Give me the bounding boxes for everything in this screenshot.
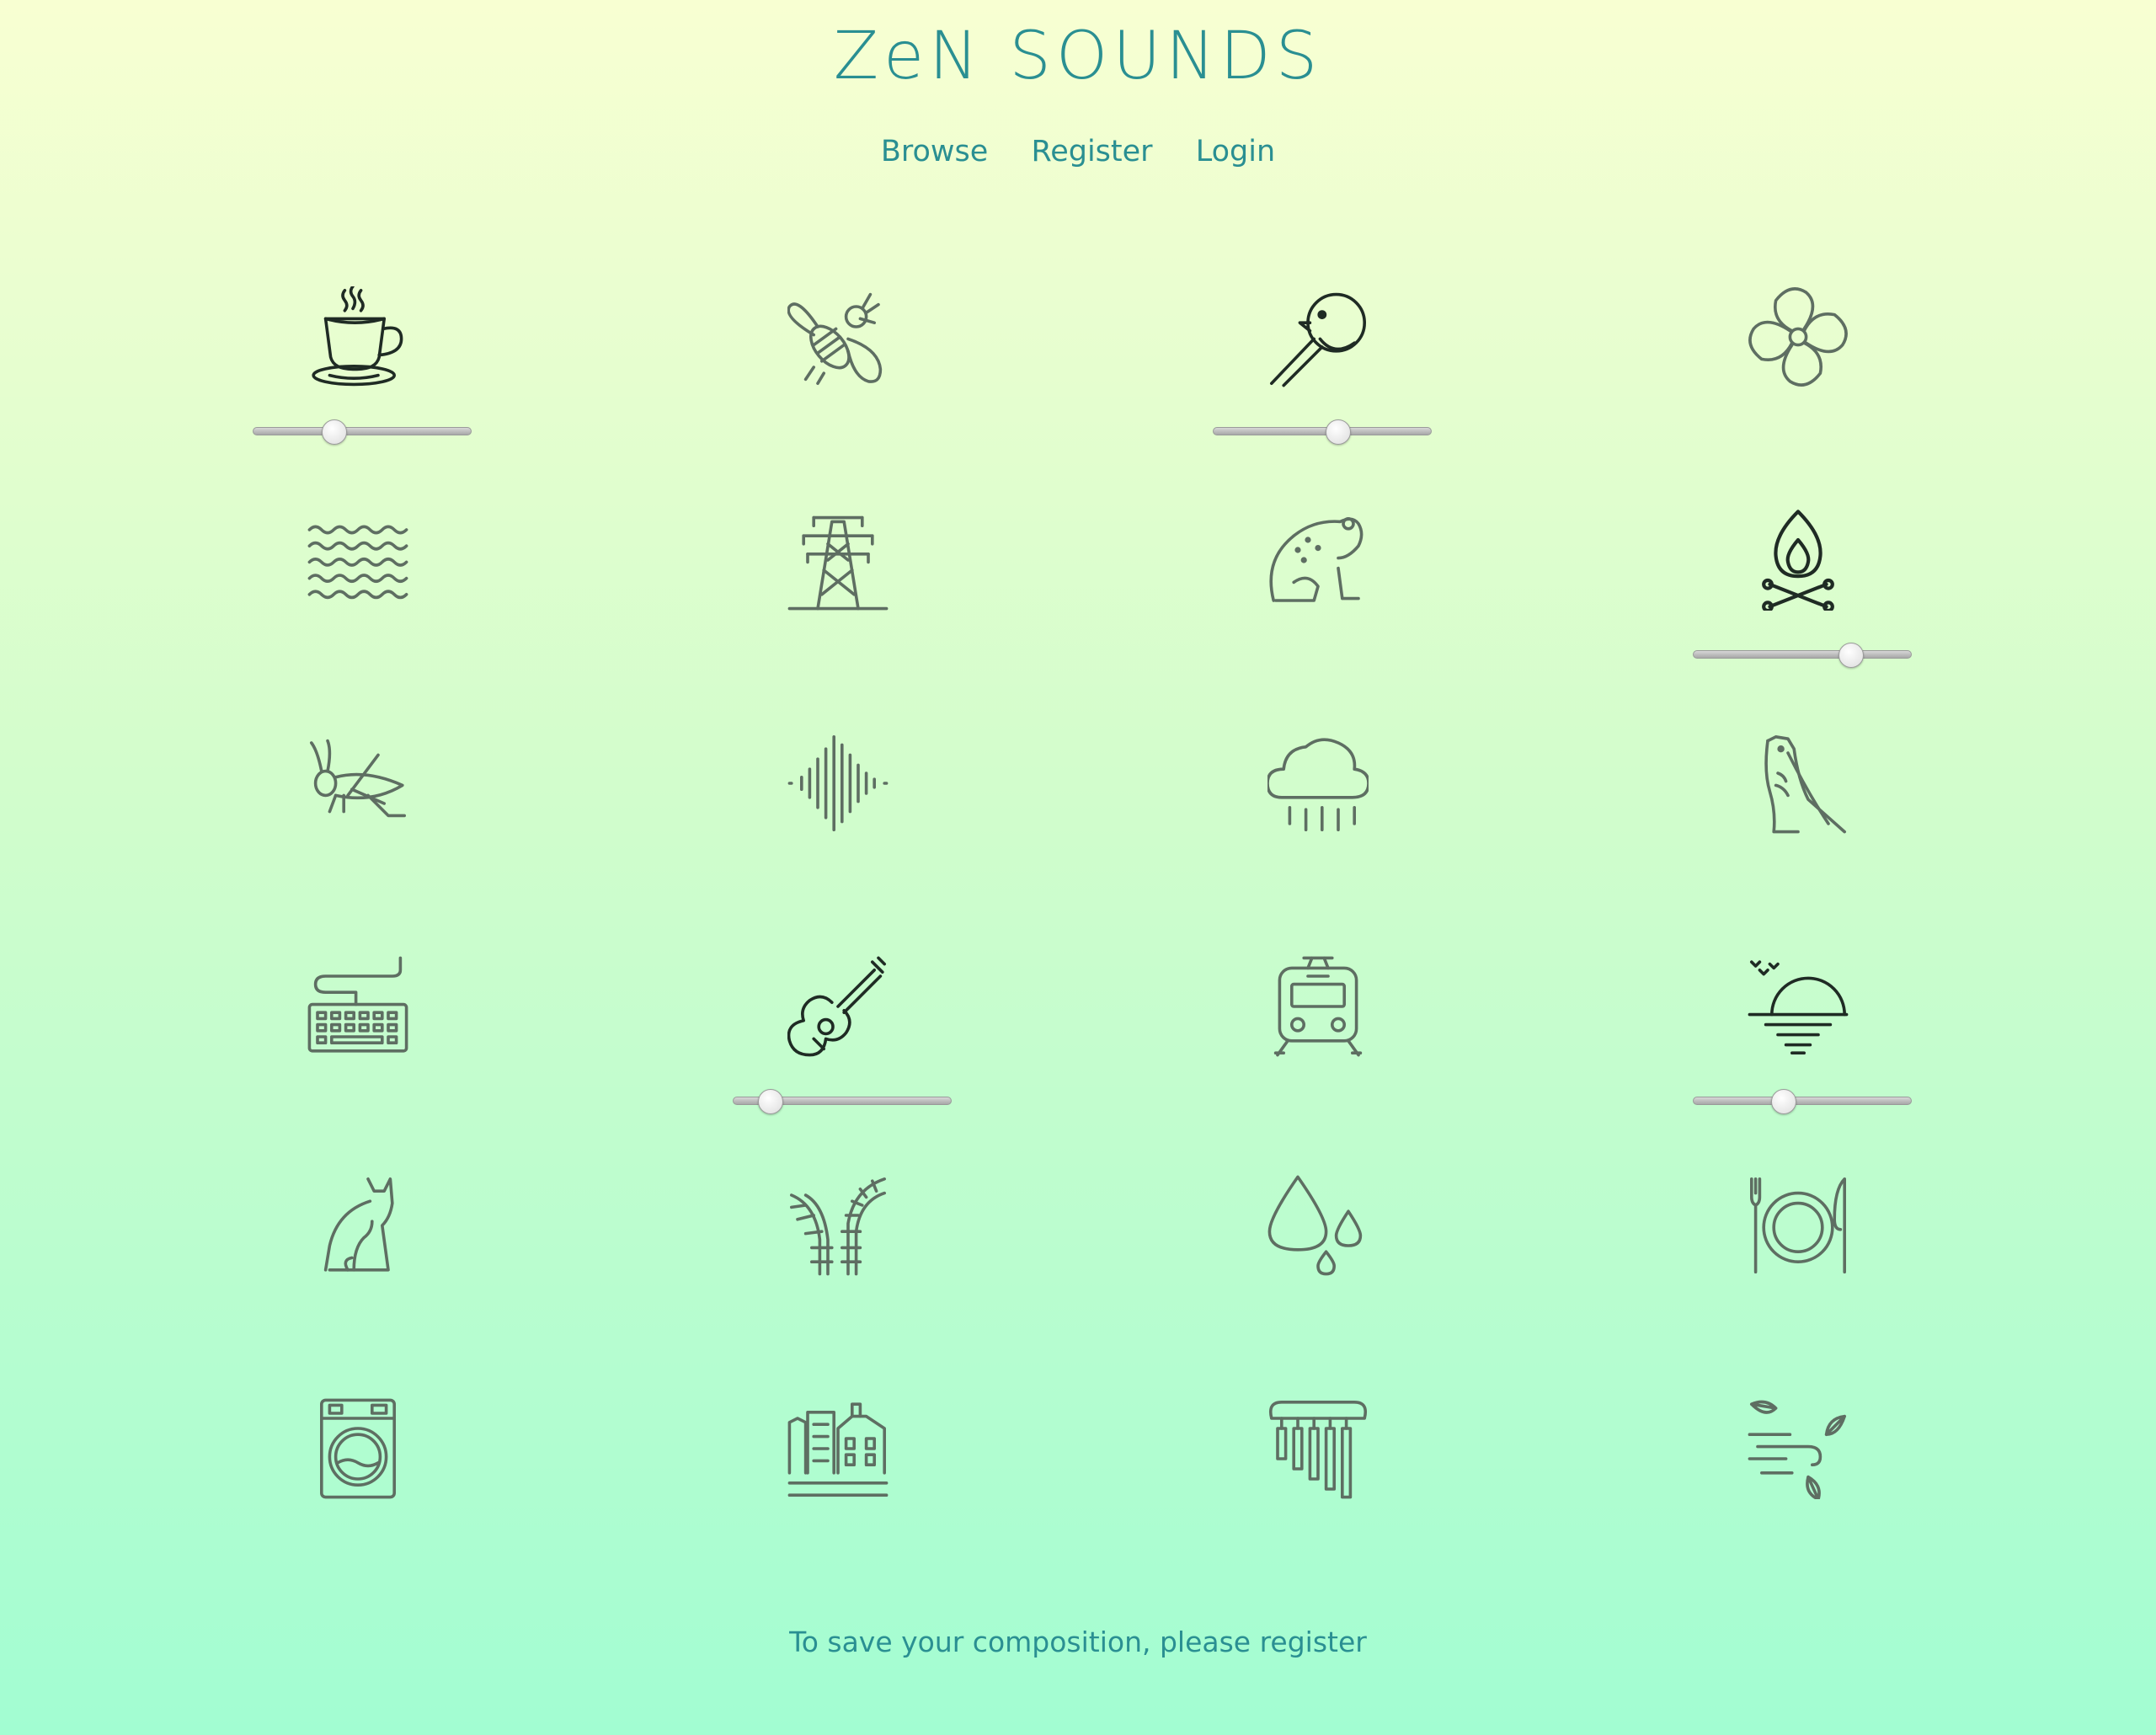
sound-cell-city [703, 1398, 973, 1600]
white-noise-icon[interactable] [787, 733, 889, 834]
sound-cell-cat [223, 1175, 493, 1377]
sound-cell-bird [1183, 286, 1453, 488]
waves-icon[interactable] [307, 510, 408, 611]
city-icon[interactable] [787, 1398, 889, 1499]
bee-icon[interactable] [787, 286, 889, 387]
owl-icon[interactable] [1748, 733, 1849, 834]
frog-icon[interactable] [1267, 510, 1369, 611]
sound-cell-keyboard [223, 956, 493, 1158]
sound-grid [0, 0, 2156, 1735]
register-hint: To save your composition, please registe… [789, 1626, 1367, 1658]
sound-cell-white-noise [703, 733, 973, 935]
sound-cell-bee [703, 286, 973, 488]
sound-cell-power-line [703, 510, 973, 712]
sunset-icon[interactable] [1748, 956, 1849, 1057]
campfire-volume-slider[interactable] [1693, 643, 1912, 668]
campfire-icon[interactable] [1748, 510, 1849, 611]
cricket-icon[interactable] [307, 733, 408, 834]
coffee-volume-slider[interactable] [253, 419, 472, 445]
sound-cell-washing-machine [223, 1398, 493, 1600]
slider-thumb[interactable] [758, 1089, 784, 1114]
slider-thumb[interactable] [1838, 643, 1865, 668]
water-drops-icon[interactable] [1267, 1175, 1369, 1276]
rain-cloud-icon[interactable] [1267, 733, 1369, 834]
bird-icon[interactable] [1267, 286, 1369, 387]
sound-cell-sunset [1663, 956, 1933, 1158]
sound-cell-railway [703, 1175, 973, 1377]
sound-cell-fan [1663, 286, 1933, 488]
sound-cell-rain [1183, 733, 1453, 935]
sound-cell-coffee [223, 286, 493, 488]
keyboard-icon[interactable] [307, 956, 408, 1057]
railway-tracks-icon[interactable] [787, 1175, 889, 1276]
train-icon[interactable] [1267, 956, 1369, 1057]
bird-volume-slider[interactable] [1213, 419, 1432, 445]
sound-cell-guitar [703, 956, 973, 1158]
power-line-icon[interactable] [787, 510, 889, 611]
wind-leaves-icon[interactable] [1748, 1398, 1849, 1499]
sound-cell-water-drops [1183, 1175, 1453, 1377]
sound-cell-dinner [1663, 1175, 1933, 1377]
dinner-plate-icon[interactable] [1748, 1175, 1849, 1276]
sound-cell-cricket [223, 733, 493, 935]
coffee-cup-icon[interactable] [307, 286, 408, 387]
wind-chimes-icon[interactable] [1267, 1398, 1369, 1499]
slider-thumb[interactable] [322, 419, 348, 445]
washing-machine-icon[interactable] [307, 1398, 408, 1499]
slider-thumb[interactable] [1770, 1089, 1796, 1114]
sound-cell-wind-chimes [1183, 1398, 1453, 1600]
slider-thumb[interactable] [1326, 419, 1352, 445]
sound-cell-campfire [1663, 510, 1933, 712]
sunset-volume-slider[interactable] [1693, 1089, 1912, 1114]
sound-cell-train [1183, 956, 1453, 1158]
sound-cell-waves [223, 510, 493, 712]
sound-cell-frog [1183, 510, 1453, 712]
guitar-icon[interactable] [787, 956, 889, 1057]
sound-cell-wind [1663, 1398, 1933, 1600]
sound-cell-owl [1663, 733, 1933, 935]
cat-icon[interactable] [307, 1175, 408, 1276]
fan-icon[interactable] [1748, 286, 1849, 387]
guitar-volume-slider[interactable] [733, 1089, 952, 1114]
